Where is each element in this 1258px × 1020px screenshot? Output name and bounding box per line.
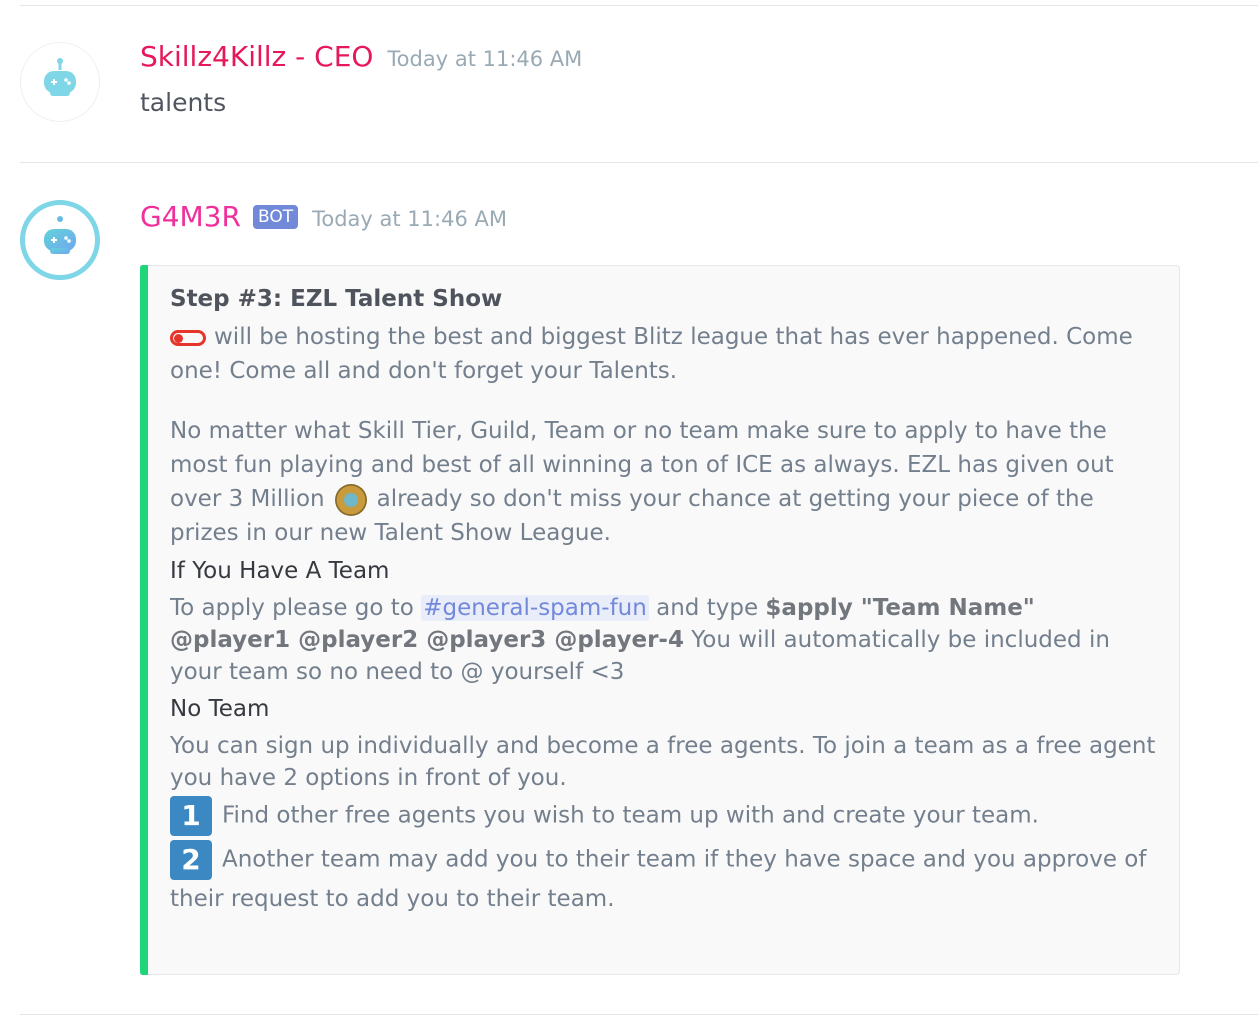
embed-intro: will be hosting the best and biggest Bli…: [170, 320, 1160, 388]
ice-coin-icon: [334, 483, 367, 516]
field-text: and type: [656, 595, 759, 621]
option-item: 1 Find other free agents you wish to team…: [170, 796, 1160, 836]
toggle-off-icon: [170, 329, 206, 346]
avatar[interactable]: [20, 200, 100, 280]
embed-content: Step #3: EZL Talent Show will be hosting…: [170, 276, 1160, 918]
embed-title: Step #3: EZL Talent Show: [170, 286, 503, 312]
bot-badge: BOT: [252, 205, 299, 229]
field-name: If You Have A Team: [170, 558, 390, 584]
author-name[interactable]: Skillz4Killz - CEO: [140, 40, 373, 73]
option-item: 2 Another team may add you to their team …: [170, 840, 1160, 918]
option-text: Another team may add you to their team i…: [170, 846, 1147, 913]
field-text: To apply please go to: [170, 595, 414, 621]
message-header: G4M3R BOT Today at 11:46 AM: [140, 200, 507, 233]
intro-text: will be hosting the best and biggest Bli…: [170, 324, 1133, 384]
channel-mention[interactable]: #general-spam-fun: [421, 595, 649, 621]
message-text: talents: [140, 88, 227, 117]
top-divider: [20, 5, 1258, 6]
embed-color-bar: [140, 265, 148, 975]
message-divider: [20, 162, 1258, 163]
timestamp[interactable]: Today at 11:46 AM: [312, 207, 507, 231]
field-value: To apply please go to #general-spam-fun …: [170, 592, 1160, 688]
author-name[interactable]: G4M3R: [140, 200, 241, 233]
field-name: No Team: [170, 696, 270, 722]
robot-gamepad-icon: [36, 214, 84, 266]
avatar[interactable]: [20, 42, 100, 122]
message-header: Skillz4Killz - CEO Today at 11:46 AM: [140, 40, 582, 73]
field-value: You can sign up individually and become …: [170, 733, 1156, 791]
embed-paragraph: No matter what Skill Tier, Guild, Team o…: [170, 414, 1160, 550]
option-text: Find other free agents you wish to team …: [222, 802, 1039, 829]
keycap-number-icon: 2: [170, 840, 212, 880]
bottom-divider: [20, 1014, 1258, 1015]
timestamp[interactable]: Today at 11:46 AM: [387, 47, 582, 71]
keycap-number-icon: 1: [170, 796, 212, 836]
robot-gamepad-icon: [36, 56, 84, 108]
